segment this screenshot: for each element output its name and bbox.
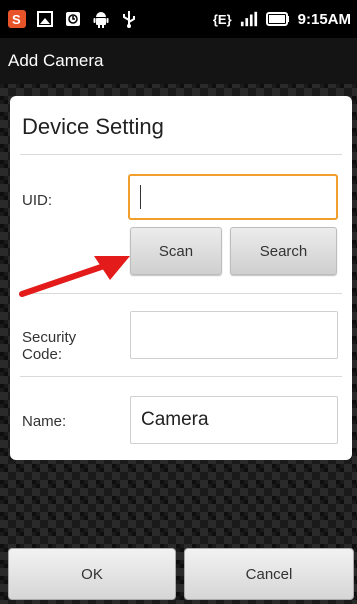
- dialog-title: Device Setting: [22, 114, 164, 139]
- name-input[interactable]: Camera: [130, 396, 338, 444]
- svg-text:S: S: [12, 12, 21, 27]
- red-arrow-icon: [19, 256, 130, 297]
- security-code-label: Security Code:: [22, 329, 77, 363]
- status-time: 9:15AM: [297, 10, 351, 28]
- security-code-input[interactable]: [130, 311, 338, 359]
- uid-label: UID:: [22, 192, 52, 209]
- text-caret: [140, 185, 141, 209]
- cancel-button[interactable]: Cancel: [184, 548, 354, 600]
- status-bar: S {E} 9:15AM: [0, 0, 357, 38]
- screen-title: Add Camera: [8, 51, 104, 70]
- signal-icon: [240, 10, 258, 28]
- ok-button[interactable]: OK: [8, 548, 176, 600]
- divider: [20, 376, 342, 377]
- search-button[interactable]: Search: [230, 227, 337, 275]
- usb-icon: [120, 10, 138, 28]
- android-icon: [92, 10, 110, 28]
- clock-icon: [64, 10, 82, 28]
- title-bar: Add Camera: [0, 38, 357, 84]
- divider: [20, 154, 342, 155]
- scan-button[interactable]: Scan: [130, 227, 222, 275]
- image-icon: [36, 10, 54, 28]
- edge-data-icon: {E}: [212, 11, 232, 27]
- name-label: Name:: [22, 413, 67, 430]
- app-s-icon: S: [8, 10, 26, 28]
- uid-input[interactable]: [128, 174, 338, 220]
- battery-icon: [265, 10, 290, 28]
